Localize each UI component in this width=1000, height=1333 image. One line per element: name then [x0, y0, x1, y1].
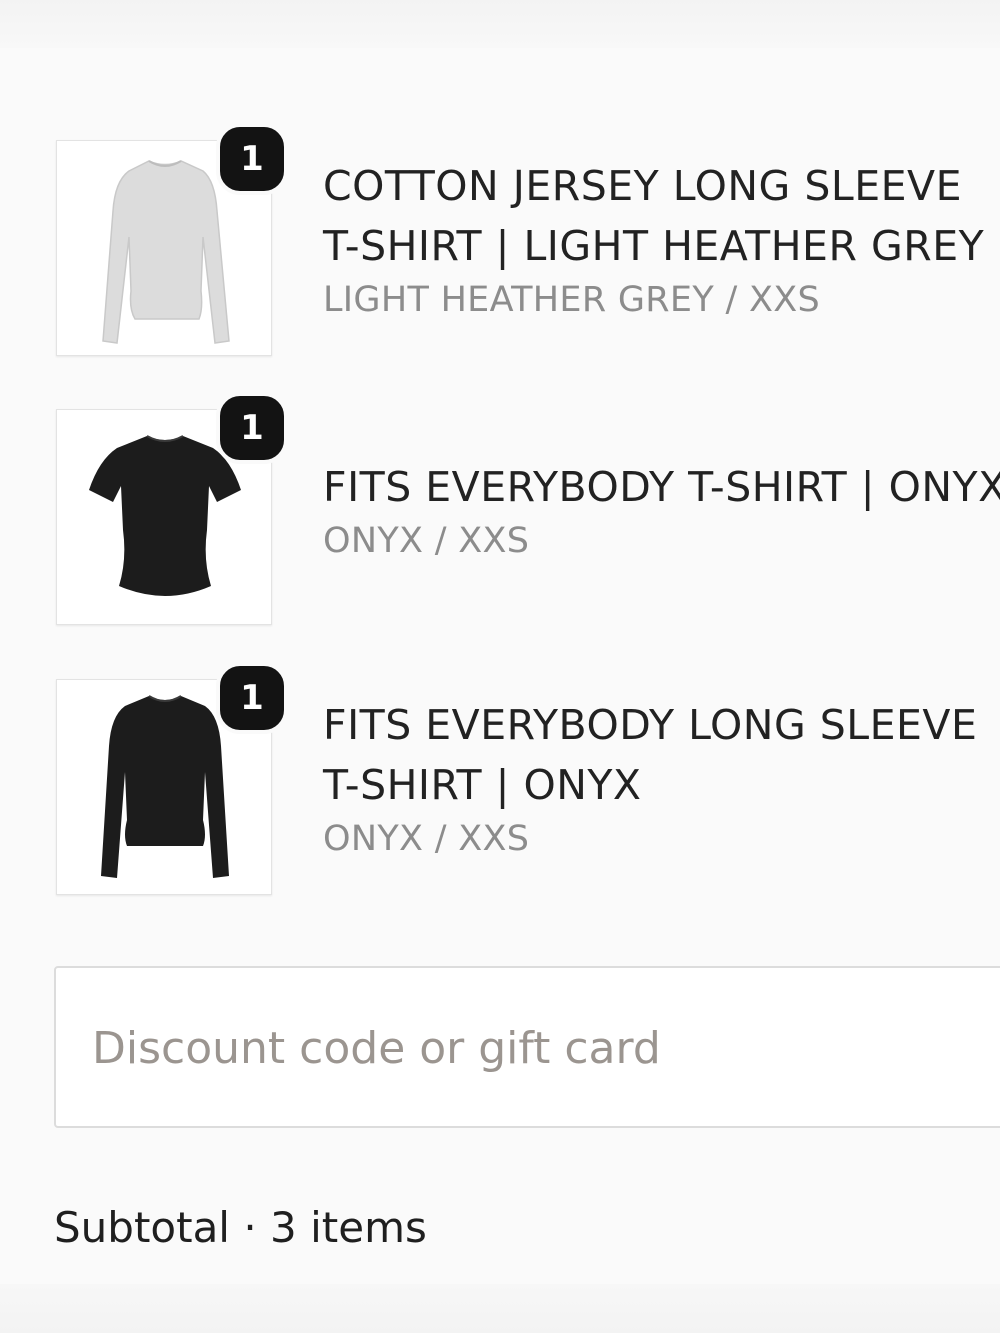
product-variant: ONYX / XXS	[323, 521, 530, 561]
product-title-continued: T-SHIRT | LIGHT HEATHER GREY	[323, 222, 985, 270]
top-edge	[0, 0, 1000, 48]
subtotal-label: Subtotal · 3 items	[54, 1203, 427, 1252]
bottom-edge	[0, 1284, 1000, 1333]
discount-field[interactable]	[54, 966, 1000, 1128]
product-variant: ONYX / XXS	[323, 819, 530, 859]
quantity-badge: 1	[216, 662, 288, 734]
product-title: COTTON JERSEY LONG SLEEVE	[323, 162, 962, 210]
product-title: FITS EVERYBODY LONG SLEEVE	[323, 701, 978, 749]
product-thumbnail: 1	[56, 662, 288, 895]
discount-code-input[interactable]	[92, 1008, 992, 1088]
product-thumbnail: 1	[56, 392, 288, 625]
line-item-details: COTTON JERSEY LONG SLEEVE T-SHIRT | LIGH…	[323, 156, 1000, 324]
product-variant: LIGHT HEATHER GREY / XXS	[323, 280, 821, 320]
product-title-continued: T-SHIRT | ONYX	[323, 761, 642, 809]
order-summary-page: 1 COTTON JERSEY LONG SLEEVE T-SHIRT | LI…	[0, 0, 1000, 1333]
line-item: 1 COTTON JERSEY LONG SLEEVE T-SHIRT | LI…	[56, 123, 1000, 360]
line-item: 1 FITS EVERYBODY LONG SLEEVE T-SHIRT | O…	[56, 662, 1000, 899]
product-title: FITS EVERYBODY T-SHIRT | ONYX	[323, 463, 1000, 511]
line-item-details: FITS EVERYBODY T-SHIRT | ONYX ONYX / XXS	[323, 457, 1000, 565]
quantity-badge: 1	[216, 123, 288, 195]
quantity-badge: 1	[216, 392, 288, 464]
product-thumbnail: 1	[56, 123, 288, 356]
line-item: 1 FITS EVERYBODY T-SHIRT | ONYX ONYX / X…	[56, 392, 1000, 629]
line-item-details: FITS EVERYBODY LONG SLEEVE T-SHIRT | ONY…	[323, 695, 1000, 863]
